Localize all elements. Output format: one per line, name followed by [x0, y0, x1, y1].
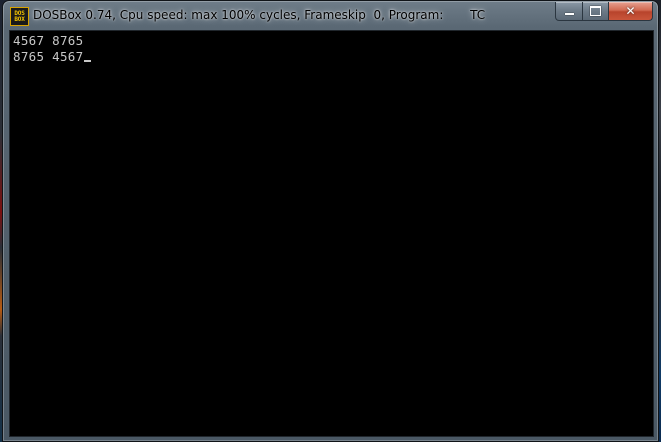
- console-line-2: 8765 4567: [13, 49, 92, 64]
- icon-text-box: BOX: [14, 15, 25, 23]
- minimize-icon: [564, 13, 574, 15]
- maximize-button[interactable]: [583, 2, 609, 21]
- window-title: DOSBox 0.74, Cpu speed: max 100% cycles,…: [33, 8, 486, 22]
- close-button[interactable]: ✕: [609, 2, 653, 21]
- dosbox-icon[interactable]: DOS BOX: [10, 7, 29, 26]
- console-line-2-text: 8765 4567: [13, 49, 84, 64]
- caption-buttons: ✕: [555, 2, 653, 21]
- dos-console[interactable]: 4567 8765 8765 4567: [9, 30, 654, 437]
- console-line-1-text: 4567 8765: [13, 33, 84, 48]
- text-cursor: [84, 60, 92, 62]
- close-icon: ✕: [625, 4, 636, 18]
- title-bar[interactable]: DOS BOX DOSBox 0.74, Cpu speed: max 100%…: [3, 1, 658, 30]
- console-line-1: 4567 8765: [13, 33, 83, 48]
- minimize-button[interactable]: [555, 2, 583, 21]
- dosbox-window: DOS BOX DOSBox 0.74, Cpu speed: max 100%…: [2, 0, 659, 442]
- maximize-icon: [590, 6, 601, 16]
